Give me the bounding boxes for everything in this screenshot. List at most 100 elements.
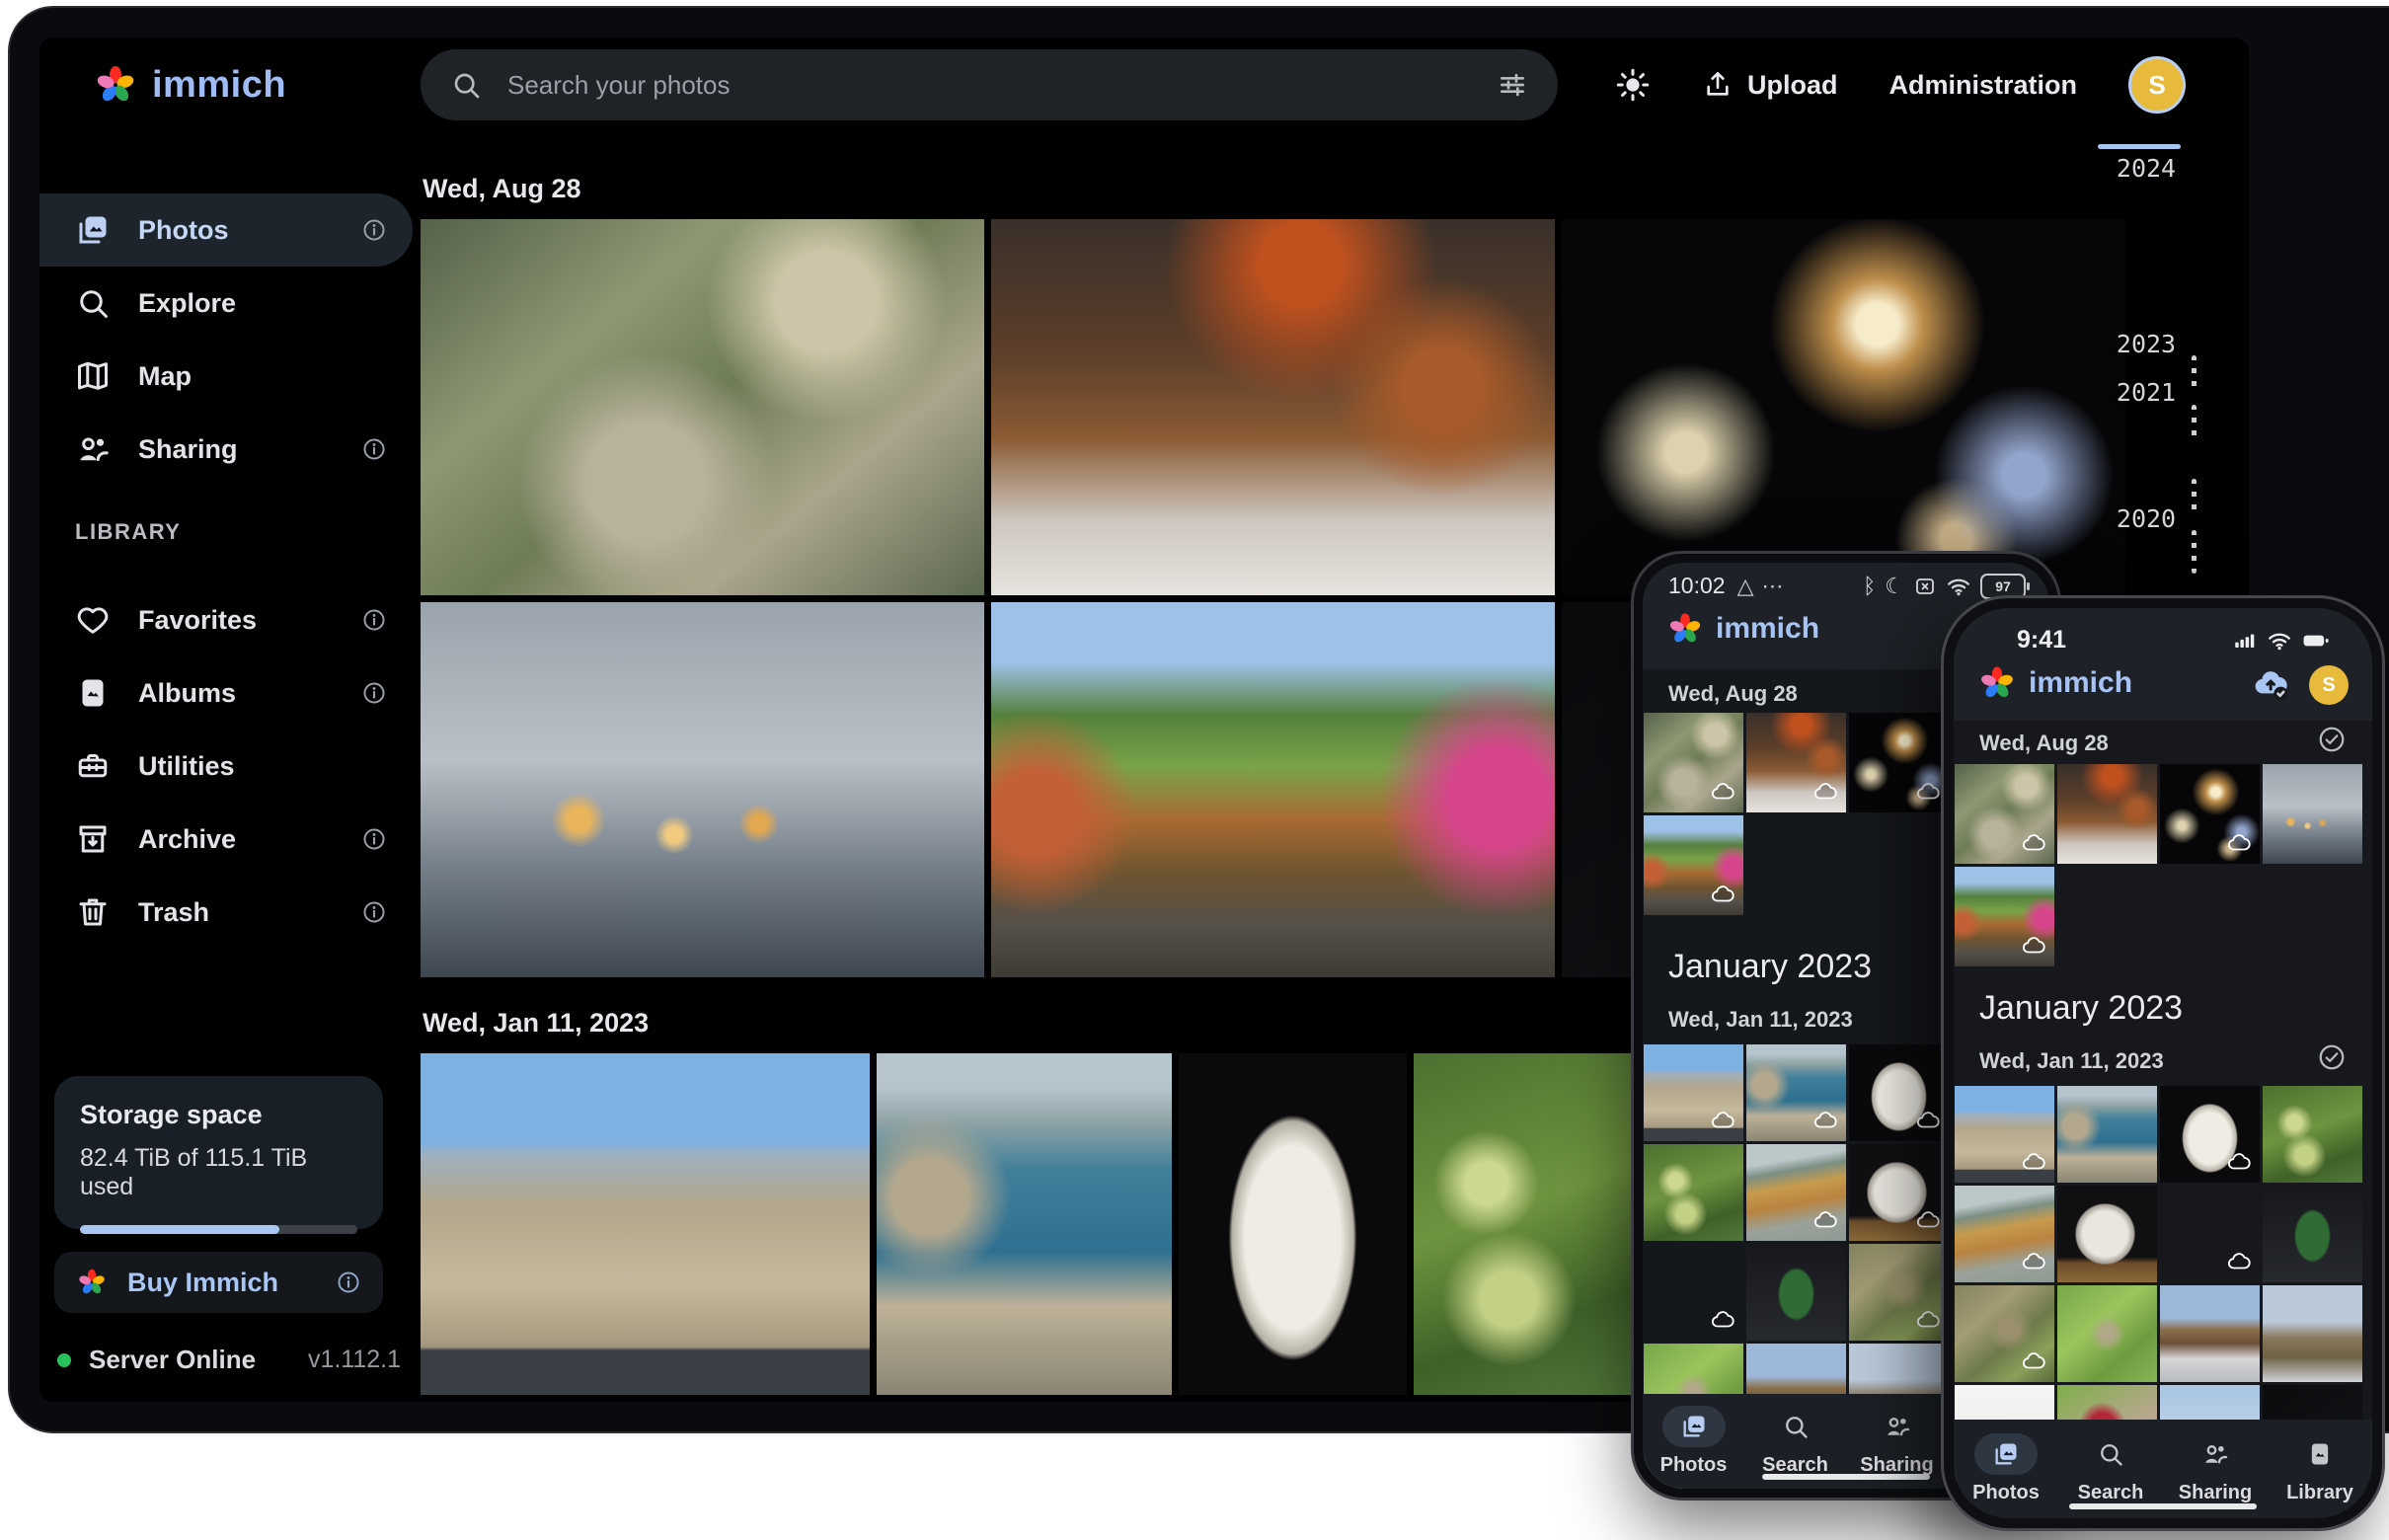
- photo-thumbnail-fortress[interactable]: [421, 1053, 870, 1395]
- info-icon[interactable]: [361, 607, 387, 633]
- backup-cloud-icon[interactable]: [2252, 665, 2291, 705]
- photo-thumbnail-berries[interactable]: [2263, 1086, 2362, 1183]
- info-icon[interactable]: [361, 680, 387, 706]
- photo-thumbnail-coast[interactable]: [1746, 1044, 1846, 1141]
- home-indicator[interactable]: [2069, 1503, 2257, 1509]
- sidebar-item-label: Archive: [138, 824, 361, 855]
- avatar-initial: S: [2322, 674, 2335, 697]
- nav-library[interactable]: Library: [2268, 1420, 2372, 1518]
- timeline-year-2020[interactable]: 2020: [2101, 504, 2192, 533]
- explore-search-icon: [75, 285, 111, 321]
- photo-thumbnail-autumn[interactable]: [1644, 815, 1743, 915]
- photo-thumbnail-coast[interactable]: [2057, 1086, 2157, 1183]
- nav-pill: [1866, 1406, 1929, 1447]
- sidebar-item-favorites[interactable]: Favorites: [39, 583, 413, 656]
- upload-button[interactable]: Upload: [1702, 69, 1838, 101]
- timeline-year-2023[interactable]: 2023: [2101, 330, 2192, 358]
- photo-thumbnail-xmas[interactable]: [2263, 1186, 2362, 1282]
- photo-thumbnail-house[interactable]: [2263, 1285, 2362, 1382]
- user-avatar[interactable]: S: [2128, 56, 2186, 114]
- nav-photos[interactable]: Photos: [1643, 1394, 1744, 1489]
- sidebar-item-map[interactable]: Map: [39, 340, 413, 413]
- sidebar-item-utilities[interactable]: Utilities: [39, 730, 413, 803]
- photo-thumbnail-coast[interactable]: [877, 1053, 1172, 1395]
- cloud-backup-icon: [1710, 1108, 1735, 1133]
- photo-thumbnail-autumn[interactable]: [991, 602, 1555, 977]
- photo-thumbnail-xmas[interactable]: [1746, 1244, 1846, 1341]
- upload-label: Upload: [1747, 70, 1838, 101]
- photo-thumbnail-bust[interactable]: [2160, 1086, 2260, 1183]
- iphone-app-header: immich: [1977, 663, 2132, 703]
- nav-label: Search: [2078, 1482, 2144, 1504]
- select-all-check-icon[interactable]: [2317, 1042, 2347, 1072]
- nav-label: Photos: [1660, 1454, 1728, 1477]
- photo-thumbnail-lizard1[interactable]: [1955, 1285, 2054, 1382]
- storage-title: Storage space: [80, 1100, 357, 1130]
- info-icon[interactable]: [361, 436, 387, 462]
- photo-thumbnail-sculpture2[interactable]: [2057, 1186, 2157, 1282]
- timeline-year-2024[interactable]: 2024: [2101, 154, 2192, 183]
- cloud-backup-icon: [1915, 1307, 1941, 1333]
- info-icon[interactable]: [361, 217, 387, 243]
- sidebar-item-label: Favorites: [138, 605, 361, 636]
- timeline-ticks: [2192, 479, 2196, 514]
- search-input[interactable]: Search your photos: [421, 49, 1558, 120]
- info-icon[interactable]: [361, 899, 387, 925]
- timeline-scrubber-marker[interactable]: [2098, 144, 2181, 149]
- photo-thumbnail-hands[interactable]: [2263, 764, 2362, 864]
- photo-thumbnail-fireworks[interactable]: [1562, 219, 2125, 595]
- photo-thumbnail-dinner[interactable]: [2057, 764, 2157, 864]
- photo-thumbnail-ruin[interactable]: [2160, 1186, 2260, 1282]
- nav-photos[interactable]: Photos: [1954, 1420, 2058, 1518]
- photo-thumbnail-bust[interactable]: [1849, 1044, 1949, 1141]
- photo-thumbnail-beach[interactable]: [1746, 1144, 1846, 1241]
- photo-thumbnail-fortress[interactable]: [1955, 1086, 2054, 1183]
- user-avatar[interactable]: S: [2309, 665, 2349, 705]
- sidebar-item-explore[interactable]: Explore: [39, 267, 413, 340]
- info-icon[interactable]: [361, 826, 387, 852]
- sidebar-section-library: LIBRARY: [75, 519, 181, 545]
- cloud-backup-icon: [1812, 1207, 1838, 1233]
- photo-thumbnail-lizard2[interactable]: [2057, 1285, 2157, 1382]
- photo-thumbnail-fireworks[interactable]: [1849, 713, 1949, 812]
- sidebar-item-archive[interactable]: Archive: [39, 803, 413, 876]
- sharing-people-icon: [75, 431, 111, 467]
- photo-thumbnail-fireworks[interactable]: [2160, 764, 2260, 864]
- map-icon: [75, 358, 111, 394]
- photo-thumbnail-church[interactable]: [2160, 1285, 2260, 1382]
- photo-thumbnail-zoo[interactable]: [1644, 713, 1743, 812]
- theme-toggle-icon[interactable]: [1615, 67, 1651, 103]
- select-all-check-icon[interactable]: [2317, 725, 2347, 754]
- app-logo[interactable]: immich: [39, 62, 286, 108]
- search-filters-icon[interactable]: [1497, 69, 1528, 101]
- photo-thumbnail-hands[interactable]: [421, 602, 984, 977]
- photos-icon: [1680, 1413, 1708, 1440]
- photo-thumbnail-lizard1[interactable]: [1849, 1244, 1949, 1341]
- photo-thumbnail-ruin[interactable]: [1644, 1244, 1743, 1341]
- home-indicator[interactable]: [1762, 1474, 1930, 1480]
- administration-link[interactable]: Administration: [1888, 70, 2077, 101]
- photo-thumbnail-autumn[interactable]: [1955, 867, 2054, 966]
- sidebar-item-trash[interactable]: Trash: [39, 876, 413, 949]
- photo-thumbnail-berries[interactable]: [1414, 1053, 1641, 1395]
- photo-thumbnail-sculpture2[interactable]: [1849, 1144, 1949, 1241]
- photo-thumbnail-dinner[interactable]: [1746, 713, 1846, 812]
- photo-thumbnail-berries[interactable]: [1644, 1144, 1743, 1241]
- photo-thumbnail-zoo[interactable]: [421, 219, 984, 595]
- timeline-ticks: [2192, 405, 2196, 442]
- photo-thumbnail-fortress[interactable]: [1644, 1044, 1743, 1141]
- sidebar-item-sharing[interactable]: Sharing: [39, 413, 413, 486]
- iphone-screen: 9:41 immich S Wed, Aug 28 J: [1954, 608, 2372, 1518]
- timeline-year-2021[interactable]: 2021: [2101, 378, 2192, 407]
- buy-immich-button[interactable]: Buy Immich: [54, 1252, 383, 1313]
- sidebar-item-label: Albums: [138, 678, 361, 709]
- photo-thumbnail-zoo[interactable]: [1955, 764, 2054, 864]
- date-group-header: Wed, Aug 28: [423, 174, 581, 204]
- sidebar-item-photos[interactable]: Photos: [39, 193, 413, 267]
- cloud-backup-icon: [1812, 1108, 1838, 1133]
- photo-thumbnail-bust[interactable]: [1179, 1053, 1407, 1395]
- info-icon[interactable]: [336, 1270, 361, 1295]
- sidebar-item-albums[interactable]: Albums: [39, 656, 413, 730]
- photo-thumbnail-beach[interactable]: [1955, 1186, 2054, 1282]
- photo-thumbnail-dinner[interactable]: [991, 219, 1555, 595]
